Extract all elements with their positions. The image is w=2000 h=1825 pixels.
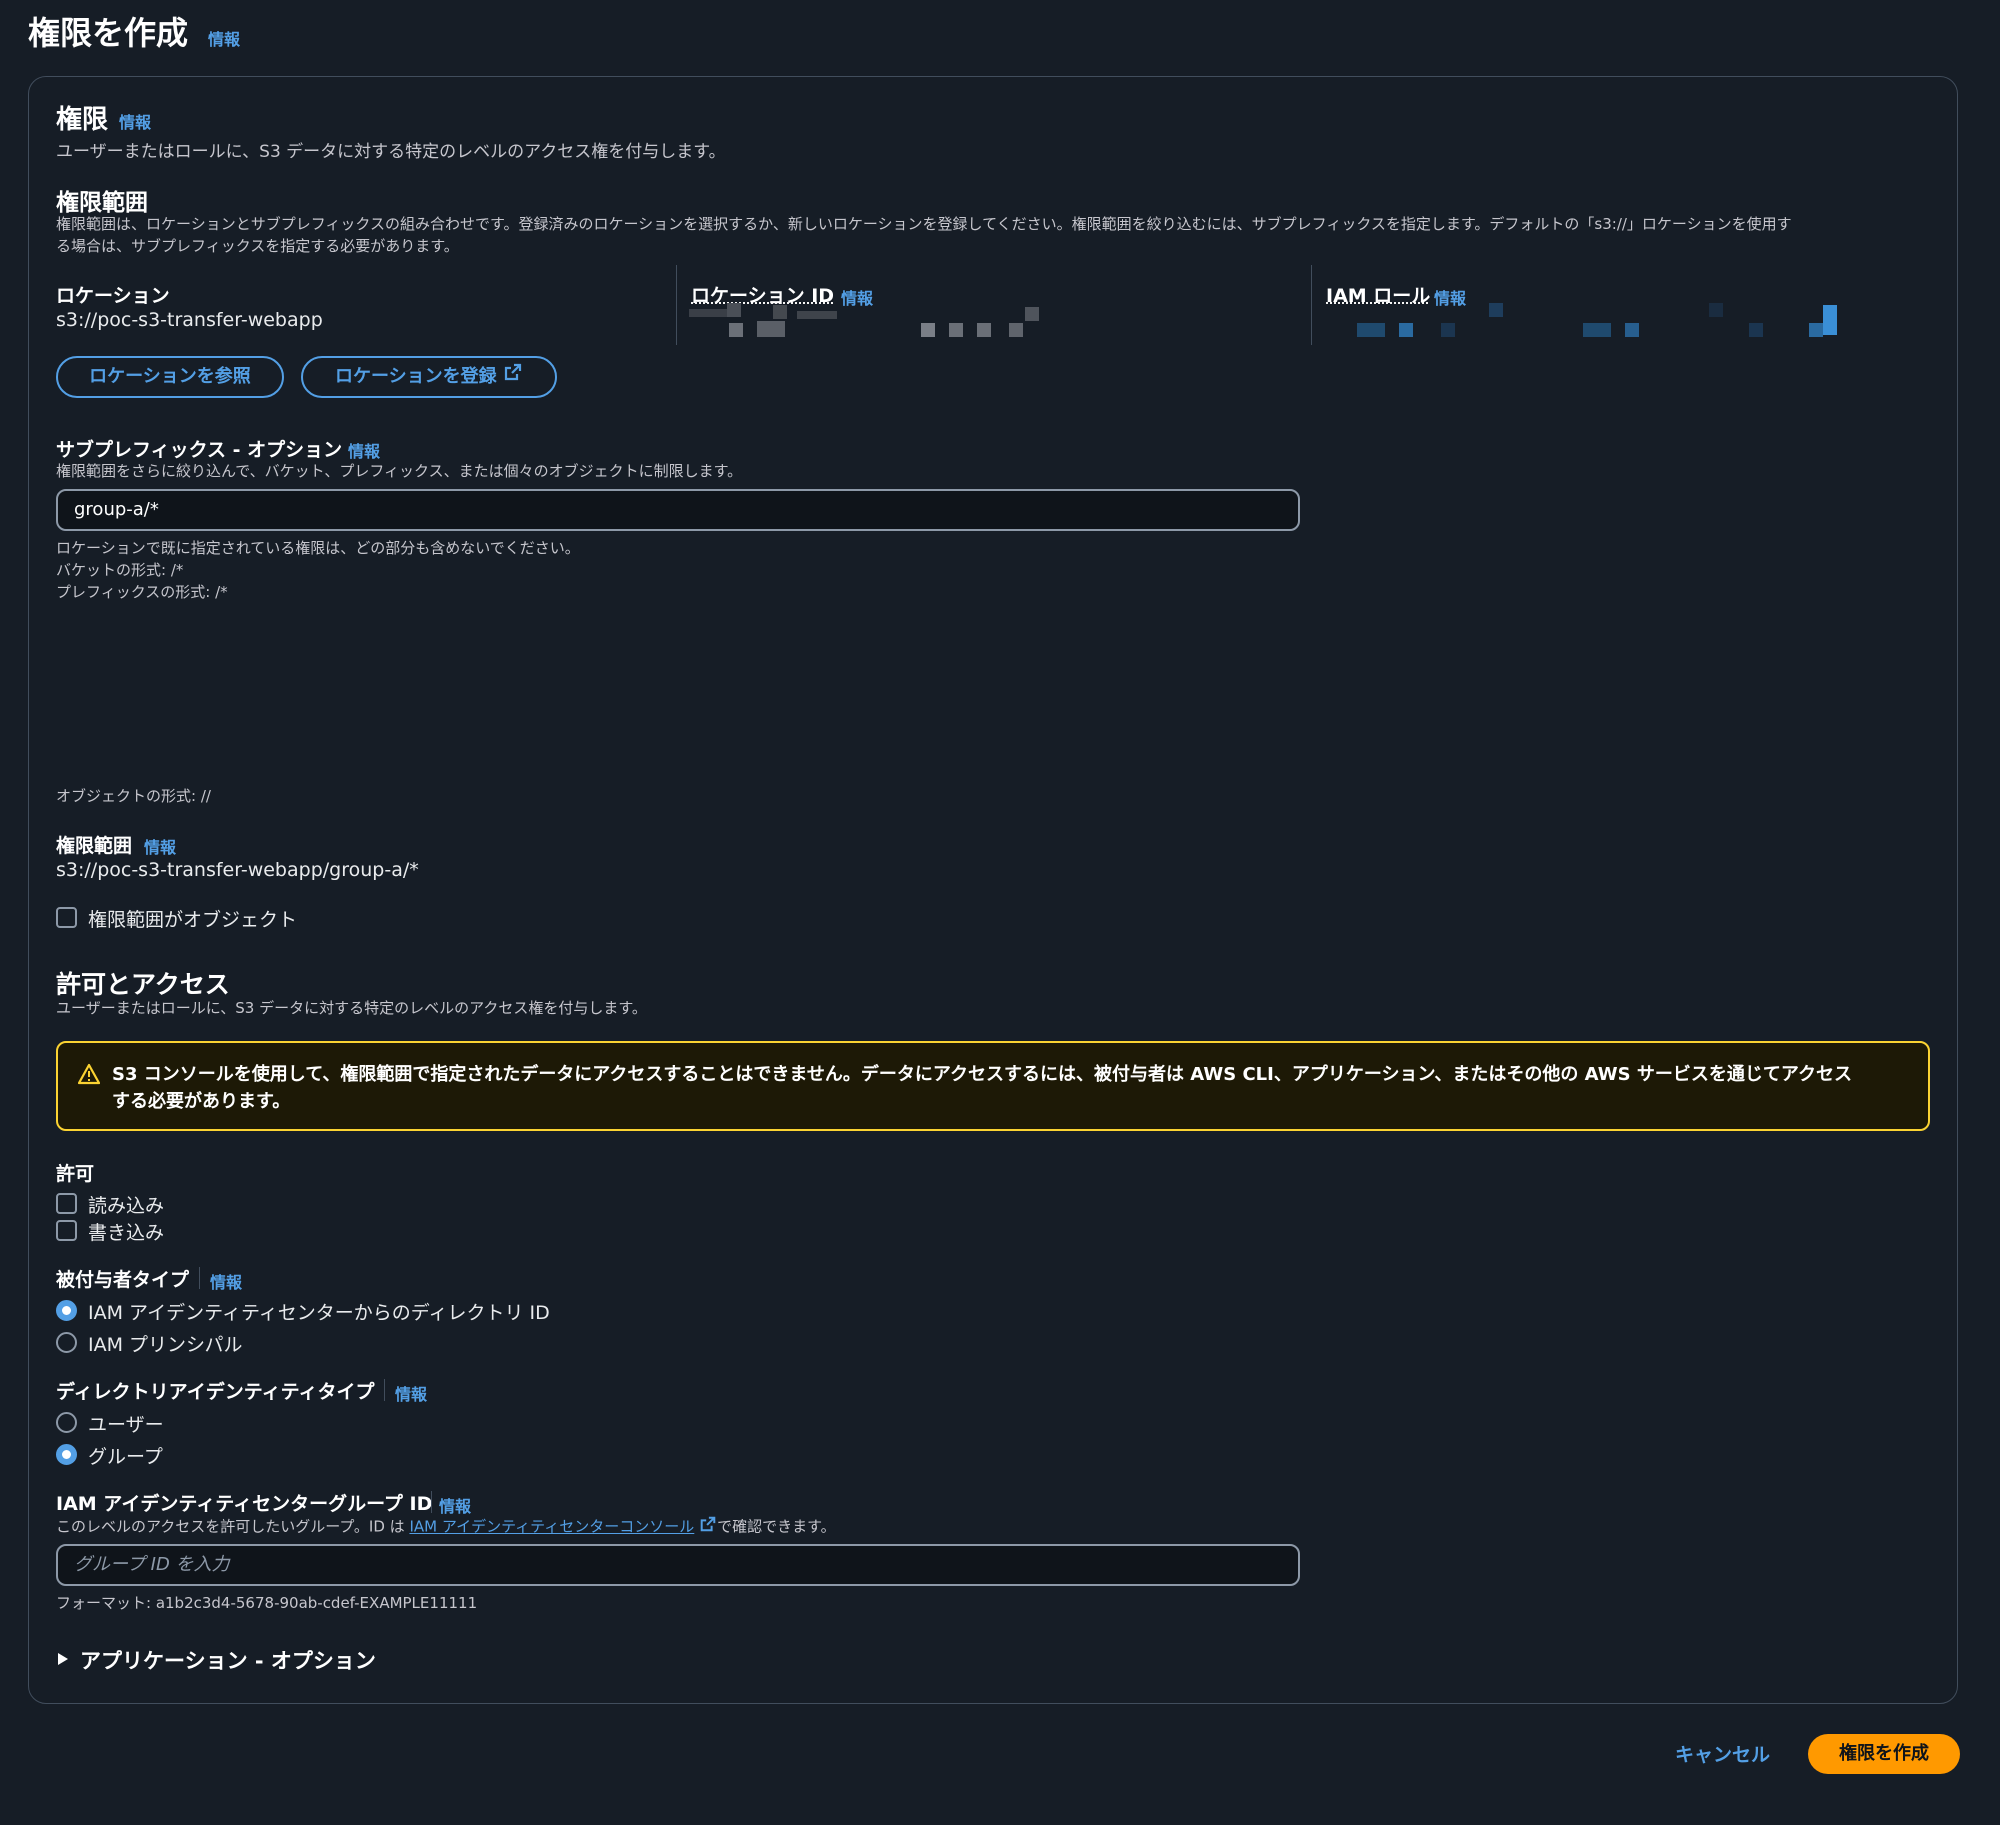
grantee-type-label: 被付与者タイプ — [56, 1269, 190, 1291]
group-id-desc-prefix: このレベルのアクセスを許可したいグループ。ID は — [56, 1517, 405, 1536]
group-id-input[interactable]: グループ ID を入力 — [56, 1544, 1300, 1586]
warning-text-line-2: する必要があります。 — [112, 1091, 291, 1112]
subprefix-info-link[interactable]: 情報 — [348, 438, 380, 462]
external-link-icon — [699, 1515, 717, 1539]
permission-description: ユーザーまたはロールに、S3 データに対する特定のレベルのアクセス権を付与します… — [56, 142, 726, 162]
group-id-label: IAM アイデンティティセンターグループ ID — [56, 1493, 433, 1515]
column-divider — [1311, 265, 1312, 345]
grantee-directory-label: IAM アイデンティティセンターからのディレクトリ ID — [88, 1302, 550, 1324]
warning-icon — [77, 1063, 101, 1089]
scope-description-line-1: 権限範囲は、ロケーションとサブプレフィックスの組み合わせです。登録済みのロケーシ… — [56, 215, 1792, 233]
subprefix-hint: ロケーションで既に指定されている権限は、どの部分も含めないでください。 — [56, 539, 580, 557]
access-description: ユーザーまたはロールに、S3 データに対する特定のレベルのアクセス権を付与します… — [56, 999, 647, 1017]
cancel-button[interactable]: キャンセル — [1675, 1740, 1770, 1767]
directory-group-label: グループ — [88, 1446, 163, 1468]
permission-type-label: 許可 — [56, 1163, 95, 1185]
write-label: 書き込み — [88, 1222, 165, 1244]
register-location-button[interactable]: ロケーションを登録 — [301, 356, 557, 398]
column-divider — [676, 265, 677, 345]
grantee-iam-principal-label: IAM プリンシパル — [88, 1334, 243, 1356]
label-divider — [199, 1267, 200, 1289]
subprefix-prefix-format: プレフィックスの形式: /* — [56, 583, 228, 601]
group-id-description: このレベルのアクセスを許可したいグループ。ID は IAM アイデンティティセン… — [56, 1515, 836, 1539]
location-value: s3://poc-s3-transfer-webapp — [56, 309, 323, 331]
scope-description-line-2: る場合は、サブプレフィックスを指定する必要があります。 — [56, 237, 459, 255]
directory-type-info-link[interactable]: 情報 — [395, 1381, 427, 1405]
grantee-directory-radio[interactable] — [56, 1300, 77, 1321]
scope-result-label: 権限範囲 — [56, 835, 133, 857]
register-location-label: ロケーションを登録 — [335, 366, 497, 387]
scope-is-object-checkbox[interactable] — [56, 907, 77, 928]
group-id-desc-suffix: で確認できます。 — [717, 1517, 836, 1536]
location-id-redacted — [689, 303, 1049, 343]
caret-right-icon — [56, 1651, 70, 1670]
group-id-format: フォーマット: a1b2c3d4-5678-90ab-cdef-EXAMPLE1… — [56, 1594, 478, 1612]
write-checkbox[interactable] — [56, 1220, 77, 1241]
access-heading: 許可とアクセス — [56, 970, 230, 999]
warning-text-line-1: S3 コンソールを使用して、権限範囲で指定されたデータにアクセスすることはできま… — [112, 1064, 1852, 1085]
scope-result-info-link[interactable]: 情報 — [144, 834, 176, 858]
directory-group-radio[interactable] — [56, 1444, 77, 1465]
application-expander-label: アプリケーション - オプション — [80, 1649, 376, 1673]
label-divider — [384, 1379, 385, 1401]
label-divider — [431, 1491, 432, 1513]
subprefix-bucket-format: バケットの形式: /* — [56, 561, 184, 579]
subprefix-label: サブプレフィックス - オプション — [56, 439, 343, 461]
external-link-icon — [503, 358, 523, 396]
create-permission-button[interactable]: 権限を作成 — [1808, 1734, 1960, 1774]
grantee-type-info-link[interactable]: 情報 — [210, 1269, 242, 1293]
directory-user-label: ユーザー — [88, 1414, 164, 1436]
warning-text: S3 コンソールを使用して、権限範囲で指定されたデータにアクセスすることはできま… — [112, 1061, 1902, 1115]
read-checkbox[interactable] — [56, 1193, 77, 1214]
page-title-info-link[interactable]: 情報 — [208, 26, 240, 50]
browse-location-button[interactable]: ロケーションを参照 — [56, 356, 284, 398]
group-id-info-link[interactable]: 情報 — [439, 1493, 471, 1517]
scope-is-object-label: 権限範囲がオブジェクト — [88, 909, 298, 931]
iam-role-redacted — [1329, 303, 1909, 343]
identity-center-console-link[interactable]: IAM アイデンティティセンターコンソール — [409, 1518, 694, 1536]
subprefix-input[interactable]: group-a/* — [56, 489, 1300, 531]
access-warning-alert: S3 コンソールを使用して、権限範囲で指定されたデータにアクセスすることはできま… — [56, 1041, 1930, 1131]
read-label: 読み込み — [88, 1195, 165, 1217]
subprefix-description: 権限範囲をさらに絞り込んで、バケット、プレフィックス、または個々のオブジェクトに… — [56, 462, 743, 480]
permission-info-link[interactable]: 情報 — [119, 109, 151, 133]
create-permission-panel: 権限 情報 ユーザーまたはロールに、S3 データに対する特定のレベルのアクセス権… — [28, 76, 1958, 1704]
scope-result-value: s3://poc-s3-transfer-webapp/group-a/* — [56, 859, 419, 881]
page-title: 権限を作成 — [28, 14, 189, 52]
scope-heading: 権限範囲 — [56, 190, 148, 216]
subprefix-object-format: オブジェクトの形式: // — [56, 787, 211, 805]
permission-heading: 権限 — [56, 105, 109, 135]
directory-user-radio[interactable] — [56, 1412, 77, 1433]
directory-type-label: ディレクトリアイデンティティタイプ — [56, 1381, 375, 1403]
location-label: ロケーション — [56, 285, 170, 307]
grantee-iam-principal-radio[interactable] — [56, 1332, 77, 1353]
